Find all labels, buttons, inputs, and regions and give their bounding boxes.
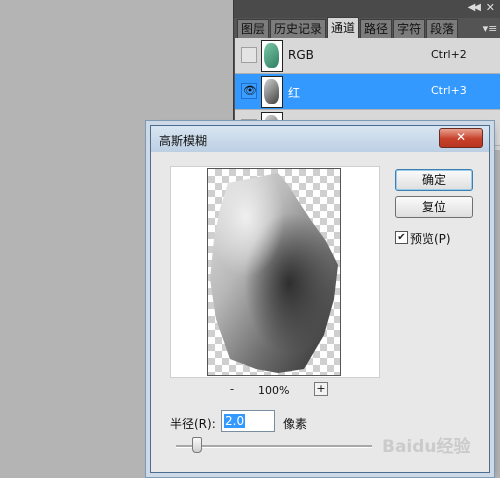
panel-menu-icon[interactable]: ▾≡ bbox=[481, 20, 499, 38]
zoom-in-button[interactable]: + bbox=[314, 382, 328, 396]
channel-thumbnail bbox=[261, 76, 283, 108]
radius-slider-thumb[interactable] bbox=[192, 437, 202, 453]
tab-character[interactable]: 字符 bbox=[393, 19, 426, 38]
preview-checkbox[interactable]: ✔ bbox=[395, 231, 408, 244]
channel-name: RGB bbox=[288, 48, 314, 62]
gaussian-blur-dialog: 高斯模糊 ✕ - 100% + 确定 复位 ✔ 预览(P) 半径(R): 2.0… bbox=[150, 125, 490, 473]
watermark-logo: Baidu经验 bbox=[382, 437, 471, 457]
zoom-out-button[interactable]: - bbox=[226, 382, 238, 396]
radius-label: 半径(R): bbox=[170, 417, 216, 431]
panel-close-icon[interactable]: ✕ bbox=[486, 1, 495, 14]
visibility-toggle[interactable]: 👁 bbox=[241, 83, 257, 99]
preview-area[interactable] bbox=[170, 166, 380, 378]
visibility-toggle[interactable] bbox=[241, 47, 257, 63]
radius-slider-track[interactable] bbox=[176, 445, 372, 448]
tab-history[interactable]: 历史记录 bbox=[270, 19, 327, 38]
tab-paths[interactable]: 路径 bbox=[360, 19, 393, 38]
close-button[interactable]: ✕ bbox=[439, 128, 483, 148]
panel-tabs: 图层 历史记录 通道 路径 字符 段落 ▾≡ bbox=[237, 17, 499, 38]
channel-name: 红 bbox=[288, 86, 301, 100]
preview-checkbox-label: 预览(P) bbox=[410, 232, 451, 246]
channel-thumbnail bbox=[261, 40, 283, 72]
collapse-icon[interactable]: ◀◀ bbox=[468, 2, 481, 13]
dialog-title: 高斯模糊 bbox=[159, 134, 208, 148]
radius-input[interactable]: 2.0 bbox=[221, 410, 275, 432]
eye-icon: 👁 bbox=[243, 84, 257, 97]
panel-topbar: ◀◀ ✕ bbox=[234, 0, 500, 18]
channel-shortcut: Ctrl+3 bbox=[431, 84, 467, 97]
dialog-titlebar[interactable]: 高斯模糊 ✕ bbox=[151, 126, 489, 152]
channel-row-rgb[interactable]: RGB Ctrl+2 bbox=[235, 38, 500, 74]
channel-row-red[interactable]: 👁 红 Ctrl+3 bbox=[235, 74, 500, 110]
preview-canvas[interactable] bbox=[207, 168, 341, 376]
radius-unit: 像素 bbox=[283, 417, 308, 431]
zoom-level: 100% bbox=[258, 384, 290, 397]
ok-button[interactable]: 确定 bbox=[395, 169, 473, 191]
tab-paragraph[interactable]: 段落 bbox=[426, 19, 459, 38]
reset-button[interactable]: 复位 bbox=[395, 196, 473, 218]
zoom-controls: - 100% + bbox=[170, 382, 378, 400]
tab-layers[interactable]: 图层 bbox=[237, 19, 270, 38]
radius-value: 2.0 bbox=[224, 414, 246, 428]
channel-shortcut: Ctrl+2 bbox=[431, 48, 467, 61]
blurred-image-preview bbox=[210, 173, 338, 373]
tab-channels[interactable]: 通道 bbox=[327, 17, 360, 38]
